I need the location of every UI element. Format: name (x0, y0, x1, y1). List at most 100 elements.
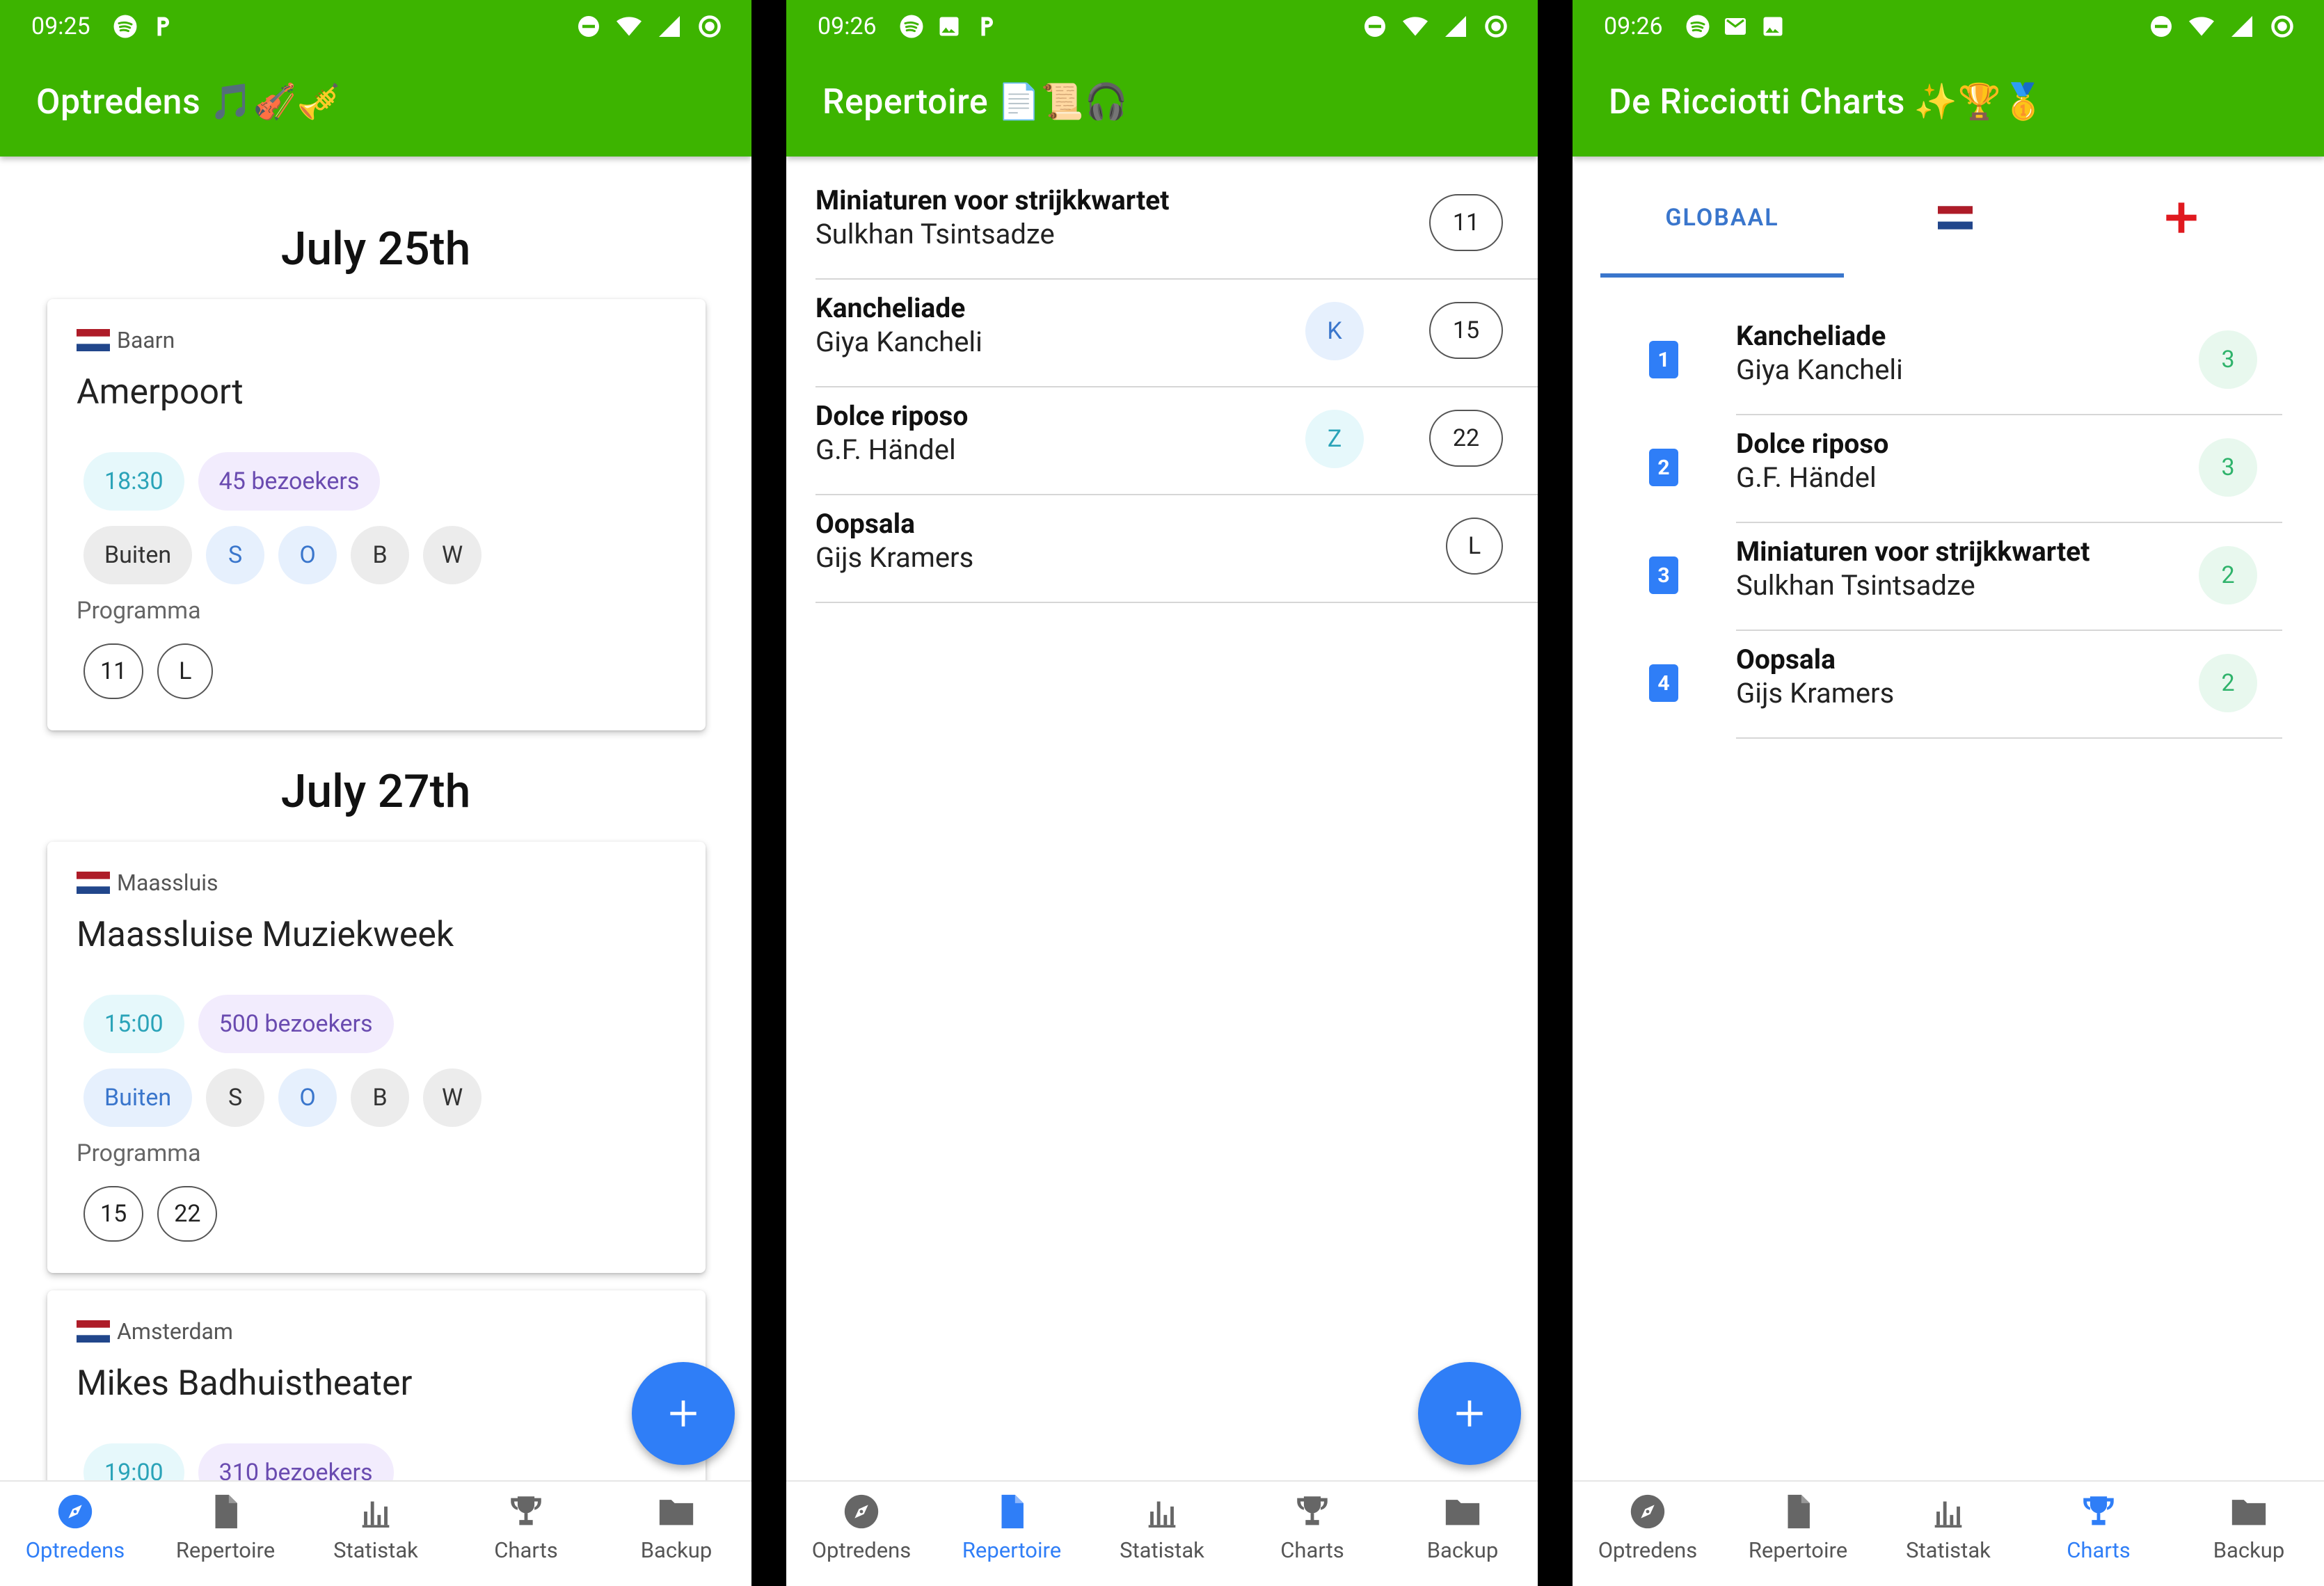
screen-optredens: 09:25 Optredens 🎵🎻🎺 July 25th Baarn Amer… (0, 0, 751, 1586)
do-not-disturb-icon (2151, 16, 2172, 37)
nav-statistak[interactable]: Statistak (1087, 1482, 1237, 1586)
tag-chip: O (278, 526, 337, 584)
program-piece-chip[interactable]: 22 (157, 1186, 218, 1242)
nav-statistak[interactable]: Statistak (301, 1482, 451, 1586)
tag-chip: S (206, 526, 265, 584)
chart-row[interactable]: 2 Dolce riposo G.F. Händel 3 (1573, 414, 2324, 523)
piece-title: Dolce riposo (1736, 428, 1889, 460)
performance-card[interactable]: Maassluis Maassluise Muziekweek 15:00 50… (47, 842, 706, 1273)
list-item[interactable]: Kancheliade Giya Kancheli K 15 (815, 278, 1538, 387)
document-icon (1001, 1494, 1024, 1529)
piece-composer: G.F. Händel (815, 433, 956, 466)
program-piece-chip[interactable]: L (157, 643, 214, 699)
nav-charts[interactable]: Charts (451, 1482, 601, 1586)
trophy-icon (511, 1496, 541, 1525)
performance-card[interactable]: Amsterdam Mikes Badhuistheater 19:00 310… (47, 1290, 706, 1482)
tag-chip: W (423, 526, 482, 584)
spotify-icon (900, 15, 923, 38)
nav-label: Backup (640, 1537, 713, 1563)
rank-badge: 4 (1649, 664, 1678, 702)
performances-list[interactable]: July 25th Baarn Amerpoort 18:30 45 bezoe… (0, 157, 751, 1482)
program-label: Programma (77, 1139, 201, 1167)
piece-composer: Sulkhan Tsintsadze (815, 218, 1055, 250)
netherlands-flag-icon (77, 329, 110, 351)
tab-england[interactable] (2067, 157, 2296, 278)
list-item[interactable]: Oopsala Gijs Kramers L (815, 494, 1538, 603)
list-item[interactable]: Dolce riposo G.F. Händel Z 22 (815, 386, 1538, 495)
screen-charts: 09:26 De Ricciotti Charts ✨🏆🥇 GLOBAAL 1 … (1573, 0, 2324, 1586)
nav-backup[interactable]: Backup (601, 1482, 751, 1586)
nav-repertoire[interactable]: Repertoire (937, 1482, 1087, 1586)
nav-charts[interactable]: Charts (1237, 1482, 1387, 1586)
page-title: Repertoire 📄📜🎧 (822, 82, 1129, 122)
nav-backup[interactable]: Backup (1387, 1482, 1538, 1586)
nav-repertoire[interactable]: Repertoire (150, 1482, 301, 1586)
status-time: 09:26 (818, 13, 877, 40)
location: Baarn (77, 327, 175, 353)
piece-composer: Sulkhan Tsintsadze (1736, 569, 1975, 602)
chart-row[interactable]: 4 Oopsala Gijs Kramers 2 (1573, 630, 2324, 739)
status-time: 09:26 (1604, 13, 1663, 40)
rank-badge: 2 (1649, 449, 1678, 486)
mail-icon (1725, 18, 1746, 35)
nav-label: Charts (1280, 1537, 1344, 1563)
program-piece-chip[interactable]: 11 (83, 643, 144, 699)
nav-optredens[interactable]: Optredens (1573, 1482, 1723, 1586)
piece-composer: G.F. Händel (1736, 461, 1877, 494)
nav-label: Optredens (1598, 1537, 1698, 1563)
tab-globaal[interactable]: GLOBAAL (1600, 157, 1844, 278)
bottom-navigation: Optredens Repertoire Statistak Charts Ba… (1573, 1480, 2324, 1586)
setting-chip: Buiten (83, 526, 193, 584)
venue-name: Amerpoort (77, 372, 244, 412)
piece-title: Kancheliade (815, 292, 966, 324)
tab-netherlands[interactable] (1844, 157, 2067, 278)
nav-label: Statistak (1906, 1537, 1991, 1563)
wifi-icon (1403, 17, 1428, 36)
signal-icon (1445, 16, 1466, 37)
nav-statistak[interactable]: Statistak (1873, 1482, 2023, 1586)
nav-charts[interactable]: Charts (2023, 1482, 2174, 1586)
piece-composer: Giya Kancheli (815, 326, 982, 358)
chart-row[interactable]: 1 Kancheliade Giya Kancheli 3 (1573, 306, 2324, 415)
signal-icon (2231, 16, 2252, 37)
list-item[interactable]: Miniaturen voor strijkkwartet Sulkhan Ts… (815, 170, 1538, 280)
location-name: Maassluis (117, 870, 218, 896)
add-performance-button[interactable] (632, 1362, 735, 1465)
piece-title: Miniaturen voor strijkkwartet (1736, 536, 2090, 568)
piece-tag-chip: Z (1305, 410, 1364, 468)
nav-optredens[interactable]: Optredens (786, 1482, 937, 1586)
performance-card[interactable]: Baarn Amerpoort 18:30 45 bezoekers Buite… (47, 299, 706, 730)
piece-title: Kancheliade (1736, 320, 1886, 352)
repertoire-list[interactable]: Miniaturen voor strijkkwartet Sulkhan Ts… (786, 157, 1538, 1482)
bottom-navigation: Optredens Repertoire Statistak Charts Ba… (0, 1480, 751, 1586)
piece-title: Oopsala (815, 508, 915, 540)
nav-label: Repertoire (1748, 1537, 1848, 1563)
location: Maassluis (77, 870, 218, 896)
chart-row[interactable]: 3 Miniaturen voor strijkkwartet Sulkhan … (1573, 522, 2324, 631)
tag-chip: O (278, 1068, 337, 1127)
piece-tag-chip: K (1305, 302, 1364, 360)
tag-chip: B (351, 1068, 410, 1127)
program-piece-chip[interactable]: 15 (83, 1186, 144, 1242)
sync-icon (1485, 15, 1507, 38)
netherlands-flag-icon (77, 872, 110, 894)
date-header: July 27th (280, 765, 471, 819)
setting-chip: Buiten (83, 1068, 193, 1127)
score-badge: 2 (2199, 546, 2257, 604)
nav-backup[interactable]: Backup (2174, 1482, 2324, 1586)
nav-repertoire[interactable]: Repertoire (1723, 1482, 1873, 1586)
tab-bar: GLOBAAL (1600, 157, 2296, 278)
date-header: July 25th (280, 223, 471, 276)
plus-icon (670, 1400, 697, 1427)
trophy-icon (2083, 1496, 2114, 1525)
score-badge: 3 (2199, 438, 2257, 497)
rank-badge: 3 (1649, 556, 1678, 594)
nav-optredens[interactable]: Optredens (0, 1482, 150, 1586)
add-piece-button[interactable] (1418, 1362, 1521, 1465)
piece-title: Miniaturen voor strijkkwartet (815, 184, 1170, 216)
bottom-navigation: Optredens Repertoire Statistak Charts Ba… (786, 1480, 1538, 1586)
netherlands-flag-icon (1938, 205, 1973, 230)
score-badge: 2 (2199, 654, 2257, 712)
bar-chart-icon (362, 1501, 390, 1528)
sync-icon (2271, 15, 2293, 38)
